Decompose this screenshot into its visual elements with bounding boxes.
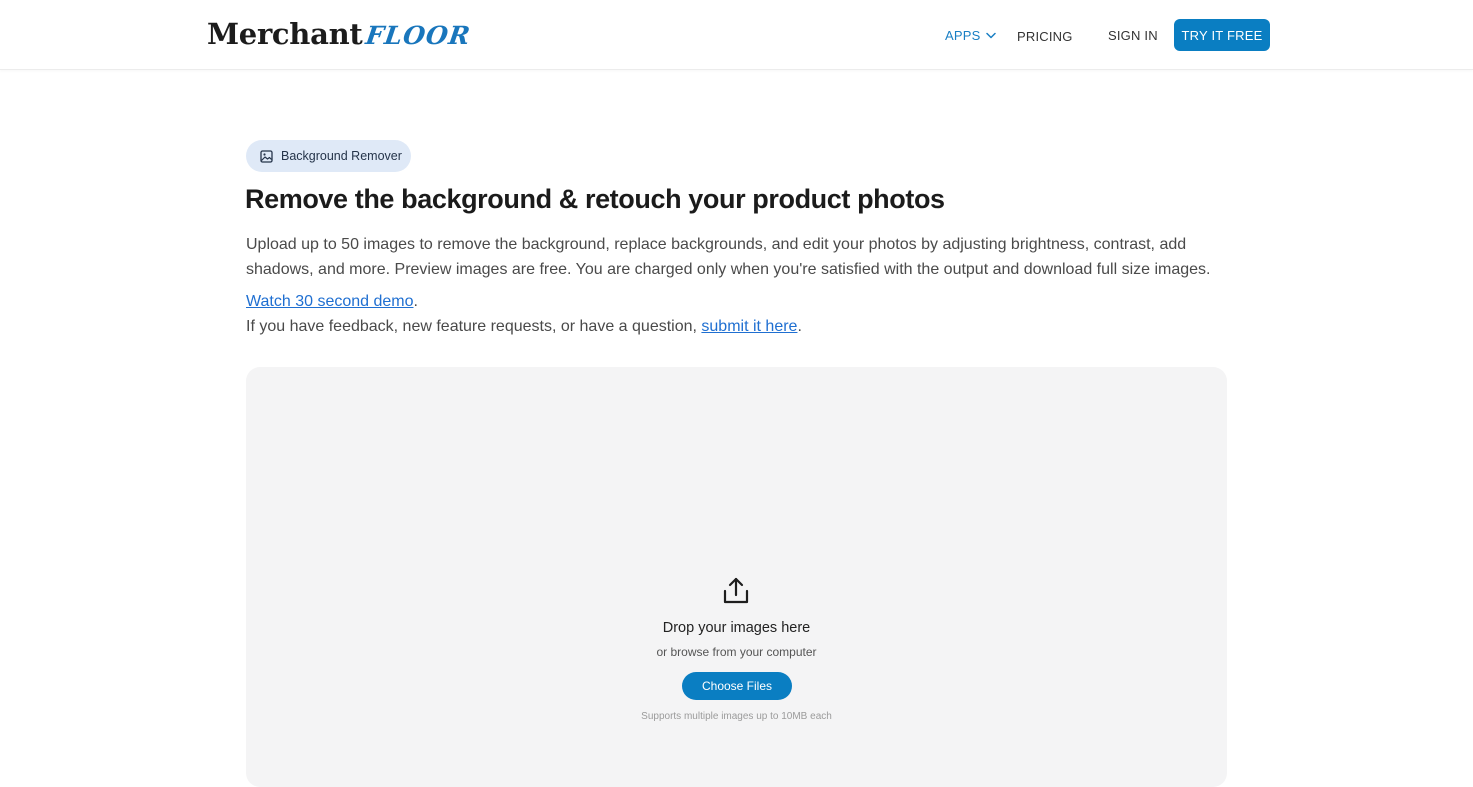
drop-zone-title: Drop your images here: [662, 620, 811, 636]
image-icon: [260, 149, 273, 163]
choose-files-button[interactable]: Choose Files: [682, 672, 792, 700]
background-remover-badge: Background Remover: [246, 140, 411, 172]
hero-description: Upload up to 50 images to remove the bac…: [246, 236, 1211, 278]
top-navigation-bar: Merchant FLOOR APPS PRICING SIGN IN TRY …: [0, 0, 1473, 70]
drop-zone-subtitle: or browse from your computer: [656, 645, 817, 659]
feedback-suffix: .: [797, 318, 802, 335]
demo-line: Watch 30 second demo.: [246, 290, 418, 314]
drop-zone-note: Supports multiple images up to 10MB each: [641, 711, 832, 722]
nav-sign-in-link[interactable]: SIGN IN: [1108, 0, 1158, 70]
feedback-line: If you have feedback, new feature reques…: [246, 315, 802, 339]
upload-icon: [723, 577, 749, 604]
page-title: Remove the background & retouch your pro…: [245, 184, 945, 214]
merchantfloor-logo[interactable]: Merchant FLOOR: [207, 17, 474, 53]
nav-pricing-link[interactable]: PRICING: [1017, 1, 1073, 71]
watch-demo-link[interactable]: Watch 30 second demo: [246, 293, 414, 310]
nav-apps-menu[interactable]: APPS: [945, 0, 997, 70]
demo-suffix: .: [413, 293, 418, 310]
nav-apps-label: APPS: [945, 27, 981, 43]
chevron-down-icon: [986, 32, 997, 39]
logo-text-main: Merchant: [207, 17, 363, 51]
badge-label: Background Remover: [281, 149, 402, 163]
logo-text-accent: FLOOR: [364, 21, 474, 50]
submit-feedback-link[interactable]: submit it here: [701, 318, 797, 335]
try-it-free-button[interactable]: TRY IT FREE: [1174, 19, 1270, 51]
feedback-prefix: If you have feedback, new feature reques…: [246, 318, 702, 335]
